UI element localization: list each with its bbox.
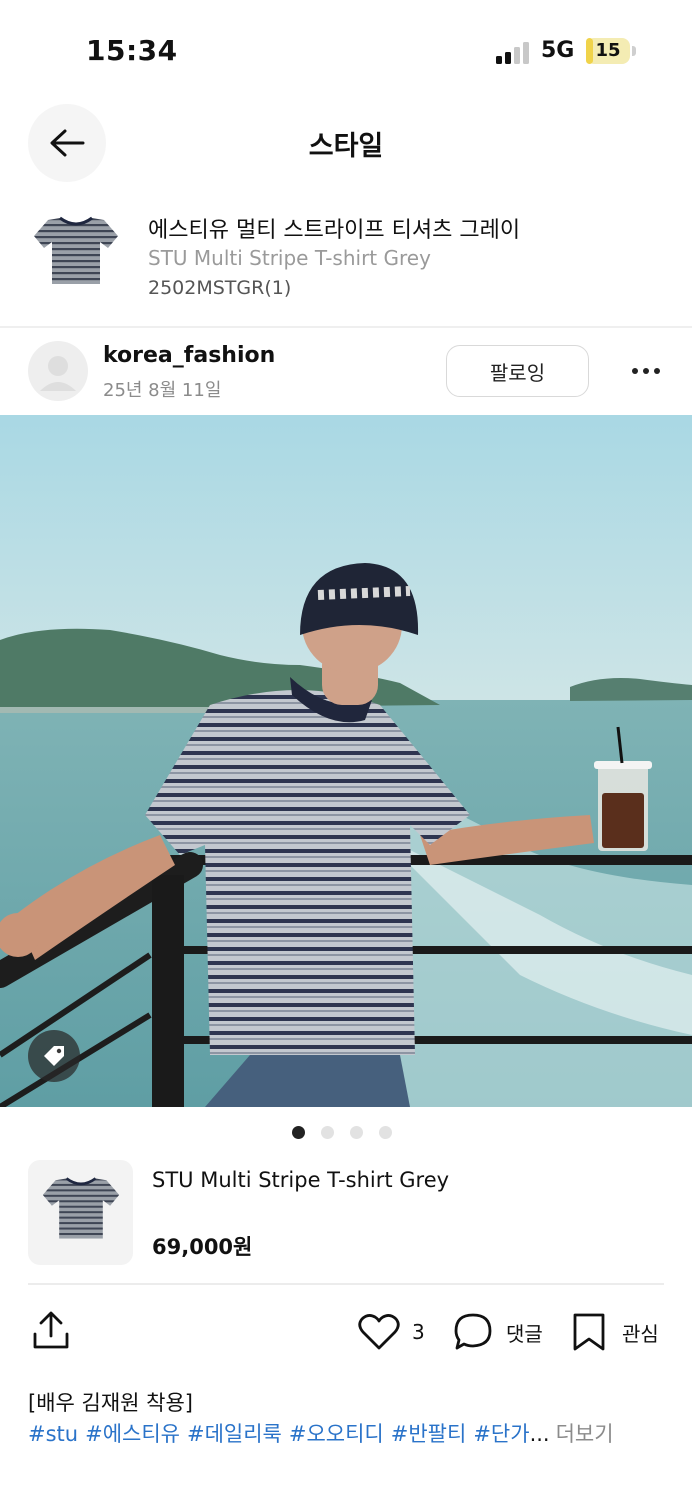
bookmark-button[interactable]: 관심 (570, 1310, 659, 1354)
username[interactable]: korea_fashion (103, 343, 275, 368)
share-icon (33, 1311, 69, 1349)
network-type: 5G (541, 38, 575, 63)
product-tag-button[interactable] (28, 1030, 80, 1082)
photo-pagination (292, 1126, 392, 1139)
product-card-price: 69,000원 (152, 1235, 253, 1259)
more-dot-icon (643, 368, 649, 374)
post-caption: [배우 김재원 착용] (28, 1391, 193, 1415)
battery-cap (632, 46, 636, 56)
divider (28, 1283, 664, 1285)
status-bar: 15:34 5G 15 (0, 0, 692, 100)
post-photo[interactable] (0, 415, 692, 1107)
bookmark-label: 관심 (622, 1321, 659, 1346)
battery-percent: 15 (595, 40, 621, 61)
post-date: 25년 8월 11일 (103, 380, 222, 401)
product-thumbnail[interactable] (30, 212, 122, 300)
page-title: 스타일 (308, 131, 384, 162)
comment-button[interactable]: 댓글 (452, 1310, 543, 1354)
caption-ellipsis: ... (529, 1422, 550, 1446)
see-more-link[interactable]: 더보기 (556, 1422, 614, 1446)
hashtag[interactable]: #stu (28, 1422, 78, 1446)
hashtag[interactable]: #단가 (473, 1422, 529, 1446)
default-avatar-icon (40, 356, 76, 391)
hashtag[interactable]: #에스티유 (85, 1422, 180, 1446)
like-count: 3 (412, 1320, 425, 1344)
striped-tshirt-image (34, 216, 118, 284)
product-card-name[interactable]: STU Multi Stripe T-shirt Grey (152, 1168, 449, 1192)
share-button[interactable] (30, 1310, 72, 1352)
comment-label: 댓글 (506, 1321, 543, 1346)
product-card-thumbnail[interactable] (28, 1160, 133, 1265)
more-options-button[interactable] (628, 358, 664, 384)
like-button[interactable]: 3 (358, 1310, 425, 1354)
heart-icon (358, 1314, 400, 1350)
pagination-dot (321, 1126, 334, 1139)
hashtag[interactable]: #데일리룩 (187, 1422, 282, 1446)
pagination-dot (379, 1126, 392, 1139)
hashtag-row: #stu #에스티유 #데일리룩 #오오티디 #반팔티 #단가... 더보기 (28, 1418, 614, 1448)
status-time: 15:34 (86, 34, 178, 67)
divider (0, 326, 692, 328)
product-name-korean[interactable]: 에스티유 멀티 스트라이프 티셔츠 그레이 (148, 212, 520, 244)
product-name-english: STU Multi Stripe T-shirt Grey (148, 246, 431, 270)
product-code: 2502MSTGR(1) (148, 277, 292, 299)
more-dot-icon (632, 368, 638, 374)
striped-tshirt-image (42, 1176, 119, 1238)
pagination-dot (350, 1126, 363, 1139)
bookmark-icon (573, 1313, 605, 1351)
following-button[interactable]: 팔로잉 (446, 345, 589, 397)
comment-bubble-icon (454, 1313, 492, 1350)
hashtag[interactable]: #오오티디 (289, 1422, 384, 1446)
more-dot-icon (654, 368, 660, 374)
tag-icon (44, 1046, 64, 1066)
hashtag[interactable]: #반팔티 (391, 1422, 467, 1446)
avatar[interactable] (28, 341, 88, 401)
cellular-signal-icon (496, 42, 529, 64)
person-on-boat-photo (0, 415, 692, 1107)
battery-icon: 15 (586, 38, 630, 64)
pagination-dot-active (292, 1126, 305, 1139)
